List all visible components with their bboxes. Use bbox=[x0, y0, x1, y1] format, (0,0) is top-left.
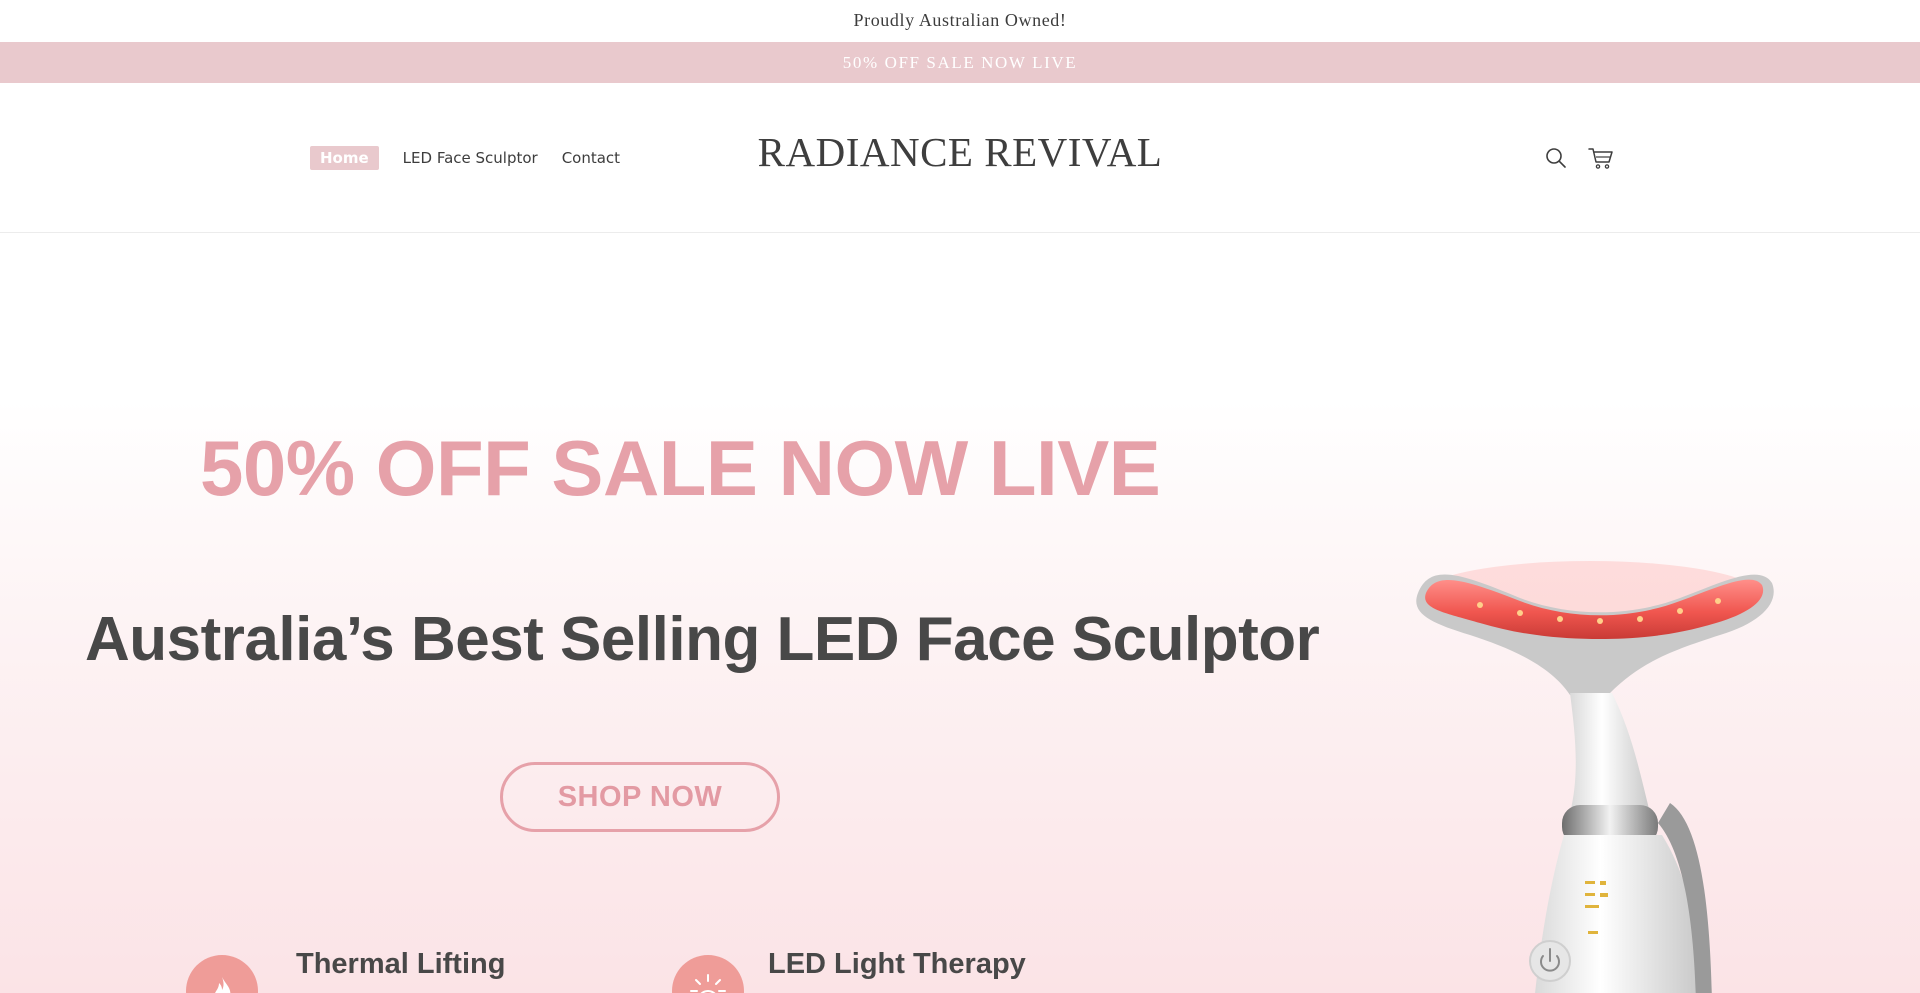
brand-logo[interactable]: RADIANCE REVIVAL bbox=[0, 128, 1920, 176]
search-icon[interactable] bbox=[1544, 146, 1568, 170]
cart-icon[interactable] bbox=[1588, 146, 1613, 170]
site-header: Home LED Face Sculptor Contact RADIANCE … bbox=[0, 84, 1920, 233]
feature-title-led-light-therapy: LED Light Therapy bbox=[768, 948, 1026, 980]
feature-title-thermal-lifting: Thermal Lifting bbox=[296, 948, 506, 980]
hero-banner: 50% OFF SALE NOW LIVE Australia’s Best S… bbox=[0, 233, 1920, 993]
promo-text: 50% OFF SALE NOW LIVE bbox=[842, 52, 1078, 72]
flame-icon bbox=[186, 955, 258, 993]
shop-now-button[interactable]: SHOP NOW bbox=[500, 762, 780, 832]
announcement-bar: Proudly Australian Owned! bbox=[0, 0, 1920, 41]
sun-icon bbox=[672, 955, 744, 993]
promo-bar: 50% OFF SALE NOW LIVE bbox=[0, 42, 1920, 83]
product-image bbox=[1416, 561, 1774, 993]
announcement-text: Proudly Australian Owned! bbox=[853, 10, 1067, 30]
sale-heading: 50% OFF SALE NOW LIVE bbox=[200, 424, 1161, 512]
hero-headline: Australia’s Best Selling LED Face Sculpt… bbox=[85, 605, 1320, 674]
